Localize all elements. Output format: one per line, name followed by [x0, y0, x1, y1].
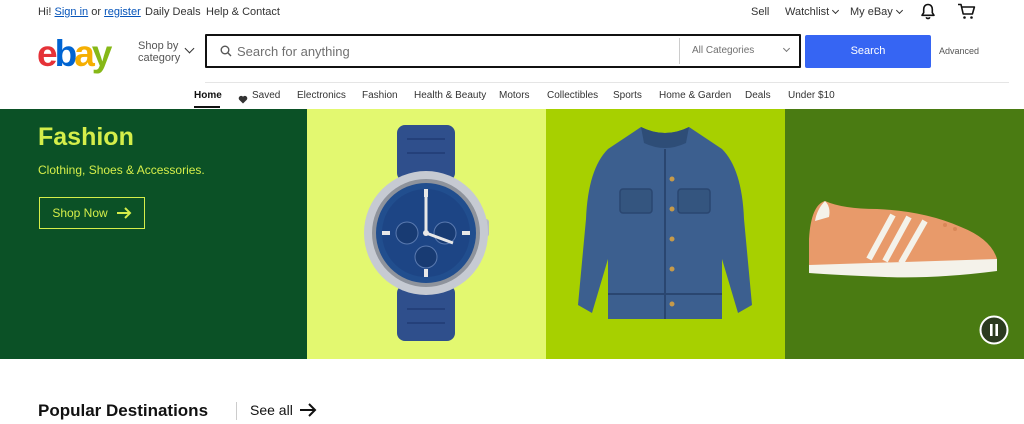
nav-fashion[interactable]: Fashion: [362, 90, 398, 101]
cart-icon[interactable]: [957, 3, 976, 23]
help-contact-link[interactable]: Help & Contact: [206, 6, 280, 18]
pause-icon[interactable]: [979, 315, 1009, 350]
nav-collectibles[interactable]: Collectibles: [547, 90, 598, 101]
shop-by-category-button[interactable]: Shop by category: [138, 40, 180, 64]
chevron-down-icon: [832, 6, 840, 15]
heart-icon: [238, 91, 248, 109]
banner-text-panel: Fashion Clothing, Shoes & Accessories. S…: [0, 109, 307, 359]
nav-under-10[interactable]: Under $10: [788, 90, 835, 101]
my-ebay-menu[interactable]: My eBay: [850, 6, 903, 18]
shop-now-label: Shop Now: [52, 206, 108, 220]
daily-deals-link[interactable]: Daily Deals: [145, 6, 201, 18]
nav-saved[interactable]: Saved: [252, 90, 280, 101]
register-link[interactable]: register: [104, 6, 141, 18]
ebay-logo[interactable]: ebay: [37, 33, 113, 74]
banner-title: Fashion: [38, 123, 134, 151]
logo-letter-a: a: [74, 33, 95, 74]
popular-divider: [236, 402, 237, 420]
logo-letter-e: e: [37, 33, 58, 74]
logo-letter-b: b: [54, 33, 78, 74]
watchlist-label: Watchlist: [785, 6, 830, 18]
watch-image: [364, 125, 489, 341]
shop-now-button[interactable]: Shop Now: [39, 197, 145, 229]
see-all-link[interactable]: See all: [250, 402, 317, 418]
banner-subtitle: Clothing, Shoes & Accessories.: [38, 163, 205, 177]
arrow-right-icon: [299, 403, 317, 417]
shop-by-line1: Shop by: [138, 40, 179, 52]
nav-deals[interactable]: Deals: [745, 90, 771, 101]
banner-watch-panel[interactable]: [307, 109, 546, 359]
nav-home[interactable]: Home: [194, 90, 222, 101]
sell-link[interactable]: Sell: [751, 6, 769, 18]
search-divider: [679, 38, 680, 64]
jacket-image: [578, 127, 752, 319]
nav-home-underline: [194, 106, 220, 108]
notification-bell-icon[interactable]: [920, 3, 936, 23]
nav-electronics[interactable]: Electronics: [297, 90, 346, 101]
nav-sports[interactable]: Sports: [613, 90, 642, 101]
chevron-down-icon[interactable]: [782, 44, 791, 53]
search-box: All Categories: [205, 34, 801, 68]
greeting-prefix: Hi!: [38, 6, 52, 18]
see-all-label: See all: [250, 402, 293, 418]
popular-destinations-title: Popular Destinations: [38, 401, 209, 420]
banner-jacket-panel[interactable]: [546, 109, 785, 359]
sign-in-link[interactable]: Sign in: [55, 6, 89, 18]
hero-banner: Fashion Clothing, Shoes & Accessories. S…: [0, 109, 1024, 359]
category-select[interactable]: All Categories: [692, 45, 754, 56]
header-divider: [205, 82, 1009, 83]
logo-letter-y: y: [91, 33, 113, 74]
nav-motors[interactable]: Motors: [499, 90, 530, 101]
greeting-or: or: [91, 6, 101, 18]
chevron-down-icon[interactable]: [184, 43, 195, 54]
search-button[interactable]: Search: [805, 35, 931, 68]
my-ebay-label: My eBay: [850, 6, 893, 18]
search-icon: [220, 44, 232, 62]
nav-home-garden[interactable]: Home & Garden: [659, 90, 731, 101]
arrow-right-icon: [116, 207, 132, 219]
search-input[interactable]: [237, 41, 677, 61]
top-utility-bar: Hi! Sign in or register Daily Deals Help…: [0, 0, 1024, 23]
shop-by-line2: category: [138, 52, 181, 64]
greeting: Hi! Sign in or register: [38, 6, 141, 18]
nav-health-beauty[interactable]: Health & Beauty: [414, 90, 486, 101]
watchlist-menu[interactable]: Watchlist: [785, 6, 840, 18]
chevron-down-icon: [895, 6, 903, 15]
advanced-search-link[interactable]: Advanced: [939, 46, 979, 56]
